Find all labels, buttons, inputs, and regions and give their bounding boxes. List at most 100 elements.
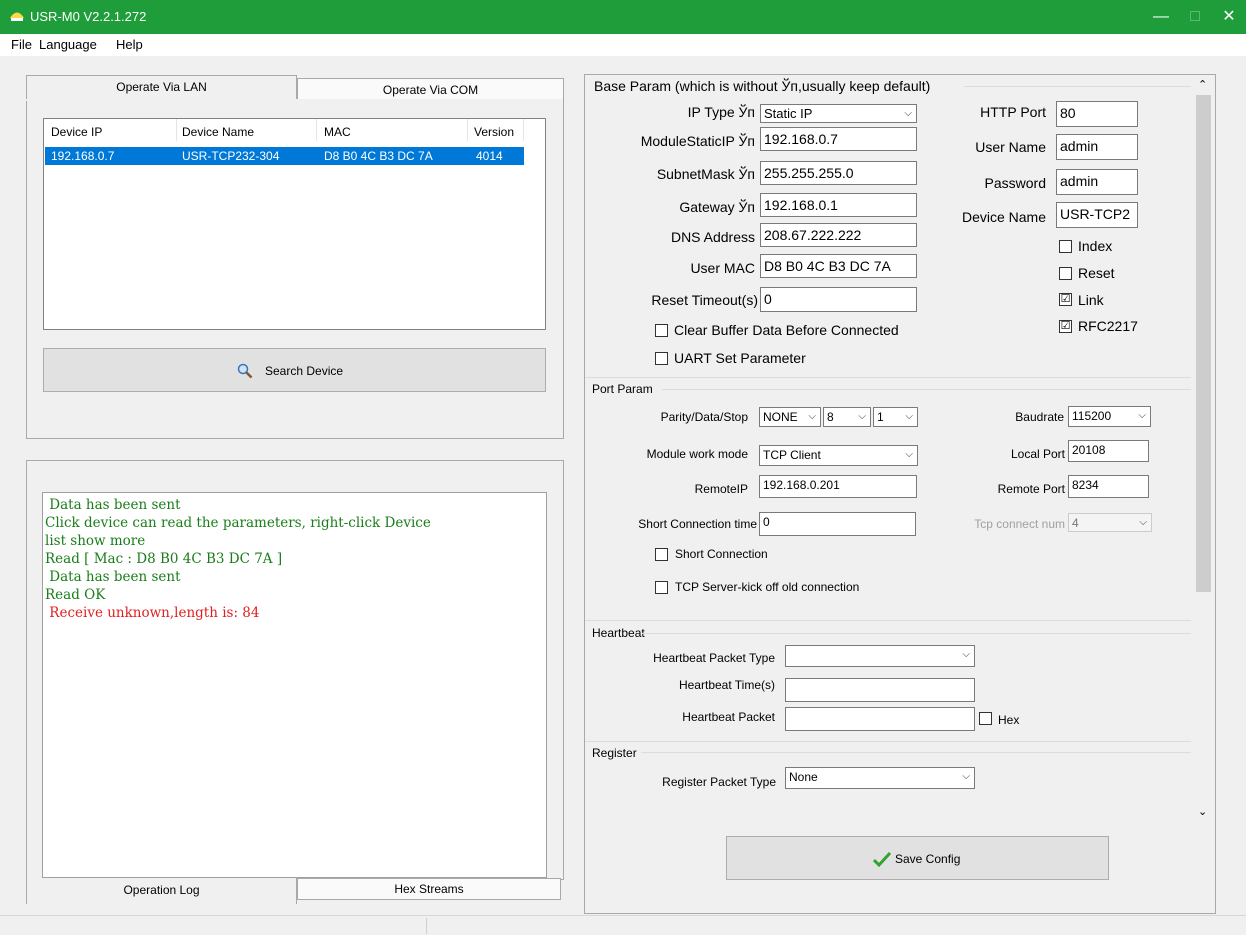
table-row[interactable]: 192.168.0.7 USR-TCP232-304 D8 B0 4C B3 D… (45, 147, 524, 165)
column-header-device-name[interactable]: Device Name (182, 125, 254, 139)
link-label: Link (1078, 292, 1104, 308)
ip-type-label: IP Type Ўп (687, 104, 755, 120)
parity-value: NONE (763, 410, 798, 424)
heartbeat-hex-checkbox[interactable] (979, 712, 992, 725)
remote-ip-input[interactable]: 192.168.0.201 (759, 475, 917, 498)
chevron-down-icon: ⌵ (962, 771, 970, 782)
parity-select[interactable]: NONE ⌵ (759, 407, 821, 427)
scrollbar-thumb[interactable] (1196, 95, 1211, 592)
reset-timeout-input[interactable]: 0 (760, 287, 917, 312)
menu-file[interactable]: File (11, 37, 32, 52)
subnet-mask-input[interactable]: 255.255.255.0 (760, 161, 917, 185)
device-list[interactable]: Device IP Device Name MAC Version 192.16… (43, 118, 546, 330)
remote-ip-label: RemoteIP (694, 482, 748, 496)
device-name-input[interactable]: USR-TCP2 (1056, 202, 1138, 228)
password-input[interactable]: admin (1056, 169, 1138, 195)
heartbeat-packet-type-select[interactable]: ⌵ (785, 645, 975, 667)
scroll-down-icon[interactable]: ⌄ (1198, 805, 1207, 818)
static-ip-input[interactable]: 192.168.0.7 (760, 127, 917, 151)
http-port-input[interactable]: 80 (1056, 101, 1138, 127)
tab-hex-streams[interactable]: Hex Streams (297, 878, 561, 900)
minimize-button[interactable]: — (1146, 5, 1176, 29)
log-line: Read OK (45, 587, 106, 603)
heartbeat-packet-input[interactable] (785, 707, 975, 731)
data-bits-value: 8 (827, 410, 834, 424)
base-param-title: Base Param (which is without Ўп,usually … (594, 78, 931, 94)
close-button[interactable]: ✕ (1214, 5, 1244, 29)
menu-bar: File Language Help (0, 34, 1246, 56)
clear-buffer-checkbox[interactable] (655, 324, 668, 337)
short-connection-checkbox[interactable] (655, 548, 668, 561)
search-device-label: Search Device (265, 364, 344, 378)
column-header-mac[interactable]: MAC (324, 125, 351, 139)
short-connection-time-input[interactable]: 0 (759, 512, 916, 536)
column-header-version[interactable]: Version (474, 125, 514, 139)
subnet-mask-label: SubnetMask Ўп (656, 166, 755, 182)
register-packet-type-value: None (789, 770, 818, 784)
config-scrollbar[interactable]: ⌃ ⌄ (1193, 75, 1214, 825)
dns-address-input[interactable]: 208.67.222.222 (760, 223, 917, 247)
user-name-input[interactable]: admin (1056, 134, 1138, 160)
tab-operate-via-com[interactable]: Operate Via COM (297, 78, 564, 100)
dns-address-label: DNS Address (670, 229, 755, 245)
device-ip-cell: 192.168.0.7 (51, 149, 115, 163)
data-bits-select[interactable]: 8 ⌵ (823, 407, 871, 427)
work-mode-label: Module work mode (646, 447, 748, 461)
baudrate-select[interactable]: 115200 ⌵ (1068, 406, 1151, 427)
stop-bits-value: 1 (877, 410, 884, 424)
ip-type-select[interactable]: Static IP ⌵ (760, 104, 917, 123)
device-name-cell: USR-TCP232-304 (182, 149, 280, 163)
heartbeat-hex-label: Hex (998, 713, 1020, 727)
parity-data-stop-label: Parity/Data/Stop (660, 410, 748, 424)
tab-operation-log[interactable]: Operation Log (26, 878, 297, 904)
log-line: Receive unknown,length is: 84 (45, 605, 260, 621)
link-checkbox[interactable]: ☑ (1059, 293, 1072, 306)
static-ip-label: ModuleStaticIP Ўп (640, 133, 755, 149)
checkmark-icon (873, 851, 891, 867)
reset-label: Reset (1078, 265, 1115, 281)
port-param-title: Port Param (592, 382, 653, 396)
tab-operate-via-lan[interactable]: Operate Via LAN (26, 75, 297, 100)
remote-port-input[interactable]: 8234 (1068, 475, 1149, 498)
log-line: list show more (45, 533, 146, 549)
chevron-down-icon: ⌵ (808, 411, 816, 422)
log-lines: Data has been sent Click device can read… (45, 496, 431, 622)
heartbeat-title: Heartbeat (592, 626, 645, 640)
local-port-label: Local Port (1010, 447, 1065, 461)
heartbeat-time-input[interactable] (785, 678, 975, 702)
tcp-connect-num-label: Tcp connect num (974, 517, 1065, 531)
device-name-label: Device Name (961, 209, 1046, 225)
search-device-button[interactable]: Search Device (43, 348, 546, 392)
save-config-button[interactable]: Save Config (726, 836, 1109, 880)
user-mac-input[interactable]: D8 B0 4C B3 DC 7A (760, 254, 917, 278)
operation-log-text[interactable]: Data has been sent Click device can read… (42, 492, 547, 878)
heartbeat-time-label: Heartbeat Time(s) (678, 678, 775, 692)
rfc2217-checkbox[interactable]: ☑ (1059, 320, 1072, 333)
menu-language[interactable]: Language (39, 37, 97, 52)
menu-help[interactable]: Help (116, 37, 143, 52)
chevron-down-icon: ⌵ (1139, 517, 1147, 528)
scroll-up-icon[interactable]: ⌃ (1198, 78, 1207, 91)
reset-timeout-label: Reset Timeout(s) (651, 292, 758, 308)
column-header-device-ip[interactable]: Device IP (51, 125, 102, 139)
stop-bits-select[interactable]: 1 ⌵ (873, 407, 918, 427)
maximize-button[interactable]: □ (1180, 5, 1210, 29)
work-mode-select[interactable]: TCP Client ⌵ (759, 445, 918, 466)
local-port-input[interactable]: 20108 (1068, 440, 1149, 462)
device-version-cell: 4014 (476, 149, 503, 163)
uart-set-label: UART Set Parameter (674, 350, 806, 366)
short-connection-time-label: Short Connection time (638, 517, 757, 531)
gateway-input[interactable]: 192.168.0.1 (760, 193, 917, 217)
register-packet-type-select[interactable]: None ⌵ (785, 767, 975, 789)
index-checkbox[interactable] (1059, 240, 1072, 253)
kick-off-old-connection-checkbox[interactable] (655, 581, 668, 594)
log-line: Read [ Mac : D8 B0 4C B3 DC 7A ] (45, 551, 283, 567)
heartbeat-packet-type-label: Heartbeat Packet Type (653, 651, 775, 665)
log-line: Click device can read the parameters, ri… (45, 515, 431, 531)
short-connection-label: Short Connection (675, 547, 768, 561)
tcp-connect-num-value: 4 (1072, 516, 1079, 530)
reset-checkbox[interactable] (1059, 267, 1072, 280)
gateway-label: Gateway Ўп (679, 199, 755, 215)
uart-set-checkbox[interactable] (655, 352, 668, 365)
ip-type-value: Static IP (764, 106, 813, 121)
